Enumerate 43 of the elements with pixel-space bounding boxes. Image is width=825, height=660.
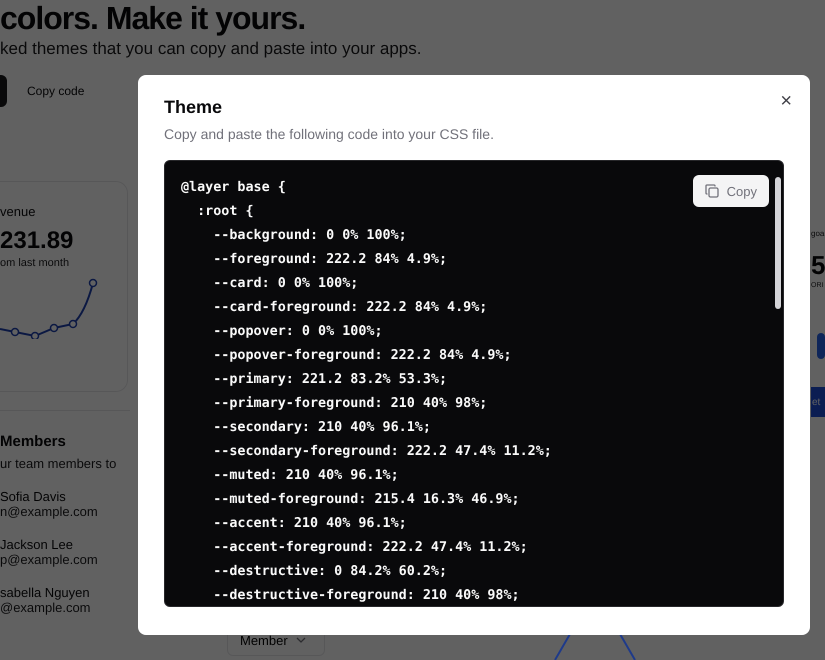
code-line: --primary: 221.2 83.2% 53.3%;: [212, 371, 448, 389]
code-line: --secondary-foreground: 222.2 47.4% 11.2%;: [212, 443, 552, 461]
close-button[interactable]: ×: [780, 91, 792, 111]
copy-code-button[interactable]: Copy code: [27, 84, 84, 98]
revenue-amount: 231.89: [0, 227, 74, 255]
scrollbar-thumb[interactable]: [775, 177, 781, 309]
code-line: --muted: 210 40% 96.1%;: [212, 467, 399, 485]
dialog-description: Copy and paste the following code into your CSS file.: [164, 126, 495, 142]
member-email: n@example.com: [0, 504, 99, 519]
chevron-down-icon: [296, 637, 306, 643]
page-subheading: ked themes that you can copy and paste into your apps.: [0, 39, 422, 59]
members-title: Members: [0, 433, 67, 450]
goal-label: goa: [811, 229, 825, 238]
member-name: Sofia Davis: [0, 489, 67, 504]
dialog-title: Theme: [164, 97, 224, 118]
code-line: --background: 0 0% 100%;: [212, 227, 407, 245]
code-line: --foreground: 222.2 84% 4.9%;: [212, 251, 448, 269]
member-email: p@example.com: [0, 552, 99, 567]
code-line: @layer base {: [181, 179, 286, 197]
copy-icon: [704, 184, 719, 198]
code-line: --card-foreground: 222.2 84% 4.9%;: [212, 299, 488, 317]
member-name: sabella Nguyen: [0, 585, 91, 600]
page-heading: colors. Make it yours.: [0, 0, 306, 37]
code-line: --destructive: 0 84.2% 60.2%;: [212, 563, 448, 581]
code-line: --popover: 0 0% 100%;: [212, 323, 383, 341]
code-line: --card: 0 0% 100%;: [212, 275, 358, 293]
card-title: venue: [0, 204, 36, 219]
code-line: --popover-foreground: 222.2 84% 4.9%;: [212, 347, 512, 365]
goal-value: 5: [811, 252, 825, 278]
code-line: --accent: 210 40% 96.1%;: [212, 515, 407, 533]
revenue-note: om last month: [0, 257, 70, 269]
code-line: --secondary: 210 40% 96.1%;: [212, 419, 431, 437]
set-goal-button[interactable]: et: [811, 387, 825, 417]
code-line: --primary-foreground: 210 40% 98%;: [212, 395, 488, 413]
members-description: ur team members to: [0, 456, 118, 471]
code-line: --accent-foreground: 222.2 47.4% 11.2%;: [212, 539, 528, 557]
code-line: :root {: [196, 203, 254, 221]
code-line: --destructive-foreground: 210 40% 98%;: [212, 587, 520, 605]
copy-button[interactable]: Copy: [692, 175, 769, 207]
primary-button[interactable]: [0, 75, 7, 107]
code-line: --muted-foreground: 215.4 16.3% 46.9%;: [212, 491, 520, 509]
member-name: Jackson Lee: [0, 537, 74, 552]
member-email: @example.com: [0, 600, 92, 615]
